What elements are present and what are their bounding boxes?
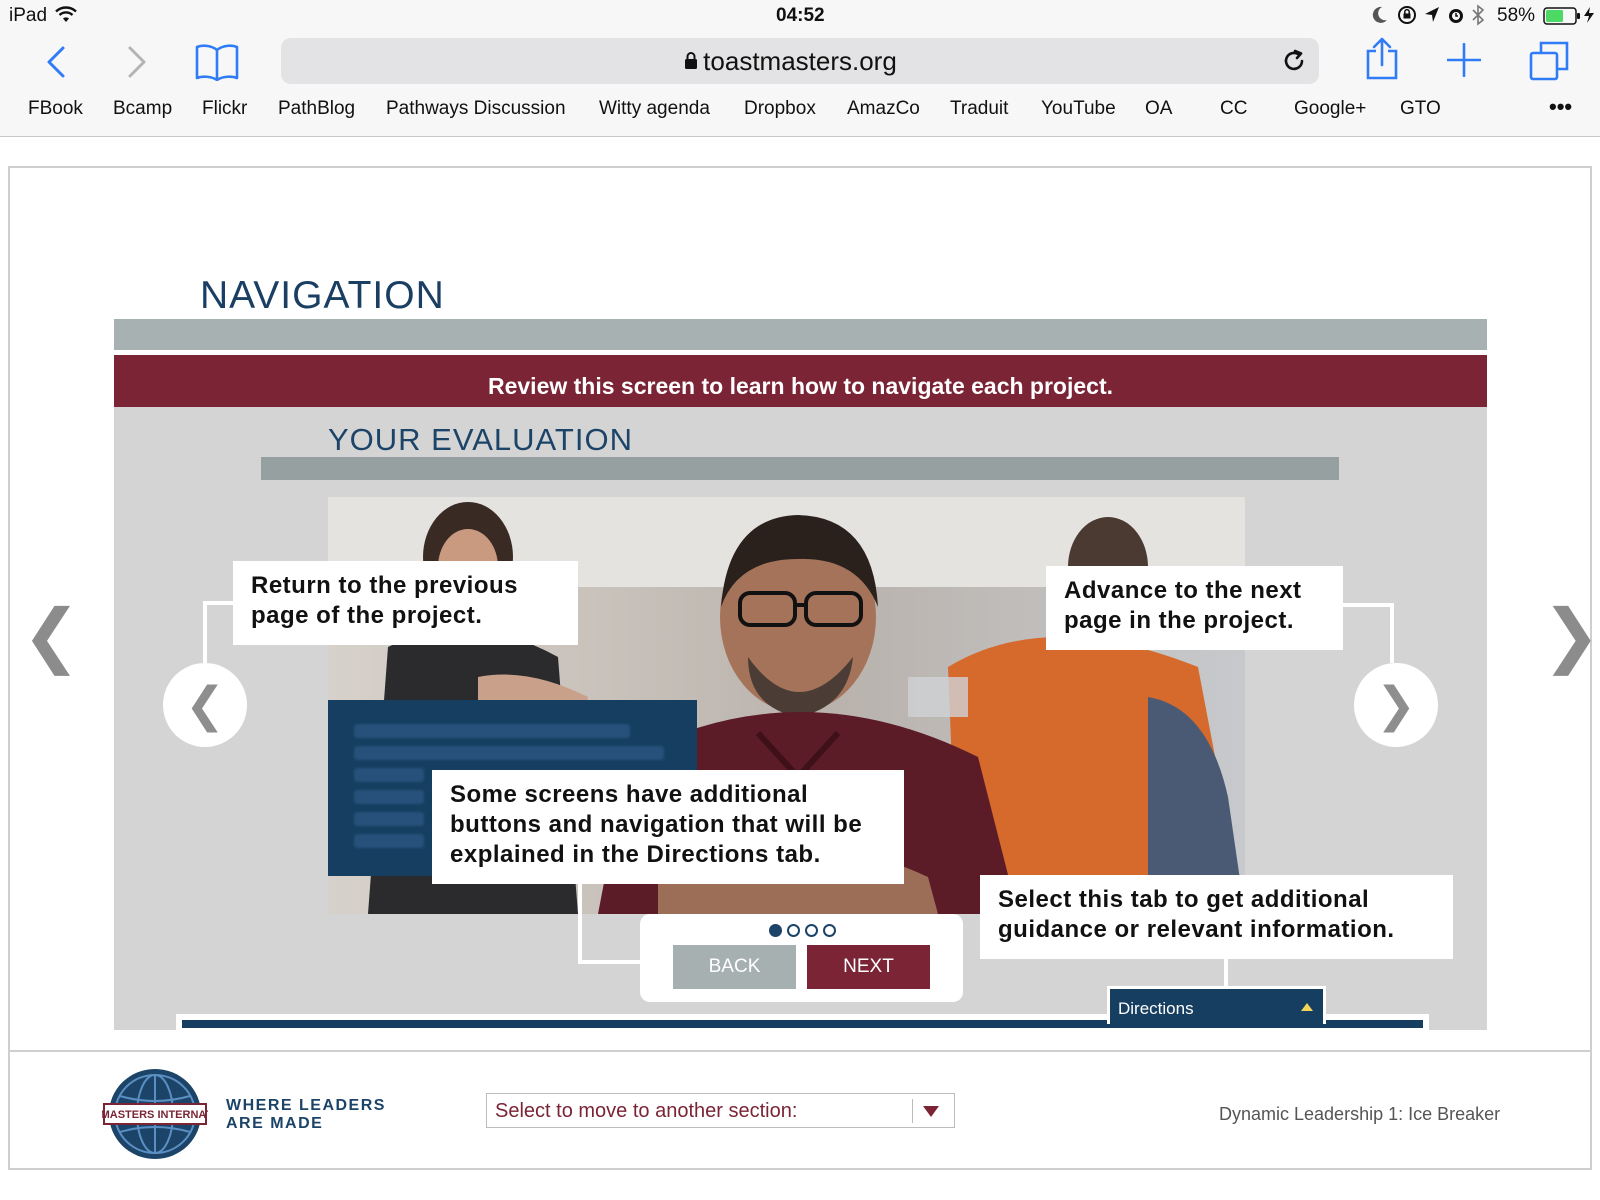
charging-icon	[1583, 6, 1595, 29]
section-title: YOUR EVALUATION	[328, 422, 633, 457]
callout-directions-tab: Select this tab to get additional guidan…	[980, 875, 1453, 959]
pager-dot	[823, 924, 836, 937]
device-name: iPad	[9, 5, 48, 26]
bookmark-amazco[interactable]: AmazCo	[847, 98, 920, 120]
page-title: NAVIGATION	[200, 274, 445, 317]
callout-connector	[578, 960, 642, 964]
bookmark-pathways-discussion[interactable]: Pathways Discussion	[386, 98, 566, 120]
section-rule	[261, 457, 1339, 480]
tagline: WHERE LEADERS ARE MADE	[226, 1097, 386, 1133]
triangle-up-icon	[1301, 1003, 1313, 1011]
more-bookmarks-icon[interactable]: •••	[1549, 94, 1572, 120]
reload-icon[interactable]	[1281, 48, 1307, 79]
tagline-line-1: WHERE LEADERS	[226, 1097, 386, 1114]
alarm-icon	[1447, 5, 1465, 30]
wifi-icon	[55, 6, 77, 29]
rotation-lock-icon	[1397, 5, 1417, 30]
bookmark-bcamp[interactable]: Bcamp	[113, 98, 172, 120]
callout-next: Advance to the next page in the project.	[1046, 566, 1343, 650]
callout-connector	[578, 884, 582, 964]
directions-tab-label: Directions	[1118, 999, 1194, 1018]
callout-connector	[1390, 603, 1394, 663]
new-tab-icon[interactable]	[1446, 42, 1482, 78]
bookmark-traduit[interactable]: Traduit	[950, 98, 1008, 120]
chevron-right-icon: ❯	[1375, 679, 1417, 732]
callout-back: Return to the previous page of the proje…	[233, 561, 578, 645]
forward-icon[interactable]	[119, 42, 155, 82]
bookmark-dropbox[interactable]: Dropbox	[744, 98, 816, 120]
bookmark-pathblog[interactable]: PathBlog	[278, 98, 355, 120]
battery-icon	[1543, 7, 1581, 30]
clock: 04:52	[776, 5, 825, 26]
bookmark-fbook[interactable]: FBook	[28, 98, 83, 120]
bookmark-youtube[interactable]: YouTube	[1041, 98, 1116, 120]
directions-tab[interactable]: Directions	[1107, 986, 1326, 1024]
address-bar[interactable]: toastmasters.org	[281, 38, 1319, 84]
section-select[interactable]: Select to move to another section:	[486, 1093, 955, 1128]
next-page-arrow[interactable]: ❯	[1542, 600, 1600, 670]
battery-percent: 58%	[1497, 5, 1536, 26]
toastmasters-logo: TOASTMASTERS INTERNATIONAL	[64, 1066, 247, 1162]
footer-divider	[8, 1050, 1592, 1052]
previous-arrow-sample[interactable]: ❮	[163, 663, 247, 747]
moon-icon	[1372, 6, 1388, 29]
instruction-banner: Review this screen to learn how to navig…	[114, 355, 1487, 407]
callout-additional-buttons: Some screens have additional buttons and…	[432, 770, 904, 884]
section-select-label: Select to move to another section:	[495, 1100, 798, 1122]
back-button[interactable]: BACK	[673, 945, 796, 989]
pager-dot-active	[769, 924, 782, 937]
pager-dot	[787, 924, 800, 937]
logo-text: TOASTMASTERS INTERNATIONAL	[102, 1109, 208, 1121]
share-icon[interactable]	[1364, 36, 1400, 82]
bookmark-gto[interactable]: GTO	[1400, 98, 1441, 120]
select-separator	[912, 1099, 913, 1123]
callout-connector	[203, 601, 207, 663]
next-button[interactable]: NEXT	[807, 945, 930, 989]
bookmark-witty-agenda[interactable]: Witty agenda	[599, 98, 710, 120]
next-arrow-sample[interactable]: ❯	[1354, 663, 1438, 747]
tagline-line-2: ARE MADE	[226, 1115, 324, 1132]
bookmarks-icon[interactable]	[194, 40, 240, 84]
title-rule	[114, 319, 1487, 350]
back-icon[interactable]	[38, 42, 74, 82]
bookmark-google-plus[interactable]: Google+	[1294, 98, 1366, 120]
url-text: toastmasters.org	[703, 46, 897, 76]
bookmark-cc[interactable]: CC	[1220, 98, 1247, 120]
bookmark-oa[interactable]: OA	[1145, 98, 1172, 120]
course-name: Dynamic Leadership 1: Ice Breaker	[1219, 1104, 1501, 1124]
browser-chrome: iPad 04:52 58% toastmasters.org FBook Bc…	[0, 0, 1600, 137]
chevron-left-icon: ❮	[184, 679, 226, 732]
tabs-icon[interactable]	[1528, 40, 1570, 82]
pager-dot	[805, 924, 818, 937]
callout-connector	[1343, 603, 1394, 607]
bluetooth-icon	[1471, 4, 1485, 31]
location-icon	[1424, 6, 1440, 29]
previous-page-arrow[interactable]: ❮	[22, 600, 81, 670]
bookmark-flickr[interactable]: Flickr	[202, 98, 247, 120]
callout-connector	[203, 601, 235, 605]
dropdown-arrow-icon[interactable]	[923, 1106, 939, 1117]
